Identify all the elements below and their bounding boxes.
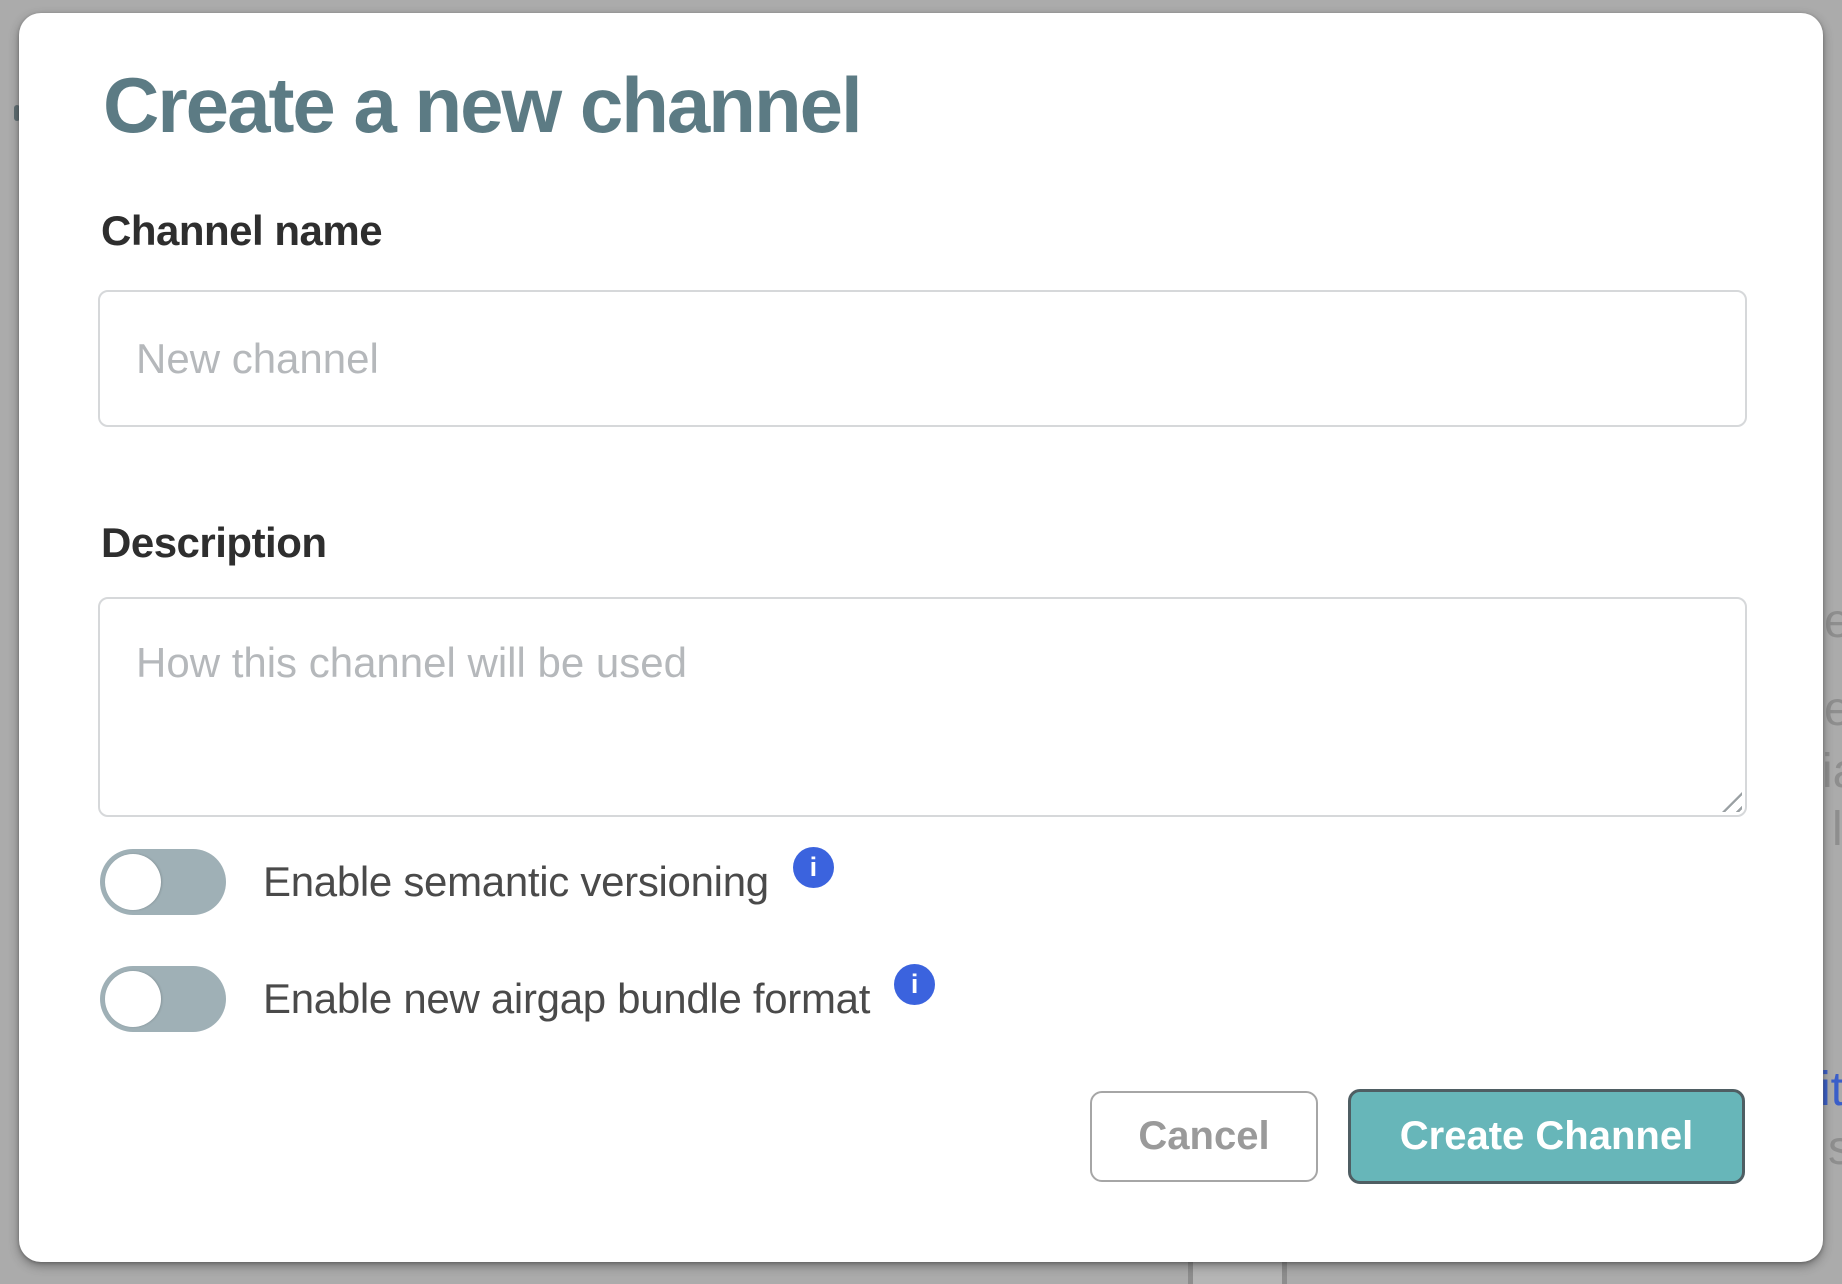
info-icon[interactable] (793, 847, 834, 888)
backdrop-text-fragment: e (1824, 686, 1842, 734)
create-channel-modal: Create a new channel Channel name Descri… (19, 13, 1823, 1262)
backdrop-text-fragment: s (1828, 1125, 1842, 1173)
modal-actions: Cancel Create Channel (1090, 1089, 1745, 1184)
semantic-versioning-toggle[interactable] (100, 849, 226, 915)
channel-name-input[interactable] (98, 290, 1747, 427)
backdrop-text-fragment: ia (1822, 748, 1842, 796)
channel-name-label: Channel name (101, 207, 382, 255)
create-channel-button[interactable]: Create Channel (1348, 1089, 1745, 1184)
semantic-versioning-row: Enable semantic versioning (100, 849, 834, 915)
modal-title: Create a new channel (103, 65, 861, 147)
info-icon[interactable] (894, 964, 935, 1005)
backdrop-text-fragment: e (1824, 598, 1842, 646)
toggle-knob (105, 971, 161, 1027)
airgap-bundle-toggle[interactable] (100, 966, 226, 1032)
backdrop-link-fragment: it (1820, 1066, 1842, 1114)
backdrop-table-divider (1282, 1262, 1287, 1284)
toggle-knob (105, 854, 161, 910)
backdrop-table-cell (1193, 1262, 1282, 1284)
description-label: Description (101, 519, 327, 567)
description-textarea[interactable] (98, 597, 1747, 817)
airgap-bundle-label: Enable new airgap bundle format (263, 975, 870, 1023)
cancel-button[interactable]: Cancel (1090, 1091, 1318, 1182)
semantic-versioning-label: Enable semantic versioning (263, 858, 769, 906)
airgap-bundle-row: Enable new airgap bundle format (100, 966, 935, 1032)
description-field-wrap (98, 597, 1747, 817)
backdrop-text-fragment: l (1832, 806, 1842, 854)
